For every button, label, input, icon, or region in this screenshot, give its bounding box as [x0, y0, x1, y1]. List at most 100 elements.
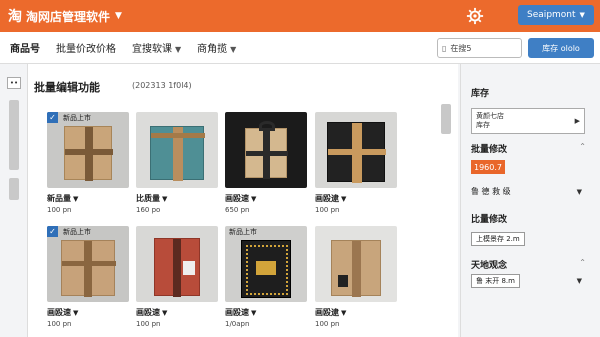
product-card[interactable]: ✓ 画殴速▼ 650 pn	[225, 112, 307, 214]
scrollbar-thumb[interactable]	[441, 104, 451, 134]
product-name[interactable]: 画殴逮 ▼	[315, 193, 397, 204]
product-card[interactable]: ✓ 画殴逮▼ 100 pn	[315, 226, 397, 328]
new-tag: 新品上市	[63, 228, 91, 236]
batch-title: 批量修改	[471, 145, 508, 155]
chevron-down-icon[interactable]: ▼	[115, 11, 122, 21]
stock-pill[interactable]: 上模景存 2.m	[471, 232, 525, 246]
chevron-down-icon: ▼	[162, 309, 168, 317]
box-image	[241, 240, 291, 298]
account-button[interactable]: Seaipmont ▼	[518, 5, 594, 25]
product-card[interactable]: ✓ 画殴速▼ 100 pn	[136, 226, 218, 328]
product-name[interactable]: 比质量 ▼	[136, 193, 218, 204]
product-name-text: 比质量	[136, 194, 160, 203]
product-checkbox[interactable]: ✓	[47, 226, 58, 237]
chevron-down-icon[interactable]: ▼	[577, 188, 582, 196]
chevron-up-icon[interactable]: ⌃	[579, 258, 586, 267]
chevron-down-icon: ▼	[251, 309, 257, 317]
box-image	[154, 238, 200, 297]
chevron-down-icon: ▼	[175, 45, 182, 54]
tab-label: 宜搜软课	[132, 44, 172, 55]
search-input[interactable]	[450, 43, 511, 53]
tab-label: 商角揽	[197, 44, 228, 55]
product-checkbox[interactable]: ✓	[47, 112, 58, 123]
scrollbar-thumb[interactable]	[9, 178, 19, 200]
product-image[interactable]	[315, 112, 397, 188]
stock-select[interactable]: 黄颜七店 库存 ▶	[471, 108, 585, 134]
chevron-up-icon[interactable]: ⌃	[579, 142, 586, 151]
product-qty: 100 pn	[136, 320, 161, 328]
product-card[interactable]: 画殴逮 ▼ 100 pn	[315, 112, 397, 214]
product-name-text: 画殴速	[225, 308, 249, 317]
tab-batch-price[interactable]: 批量价改价格	[56, 40, 116, 55]
product-qty: 100 pn	[47, 206, 72, 214]
search-field[interactable]: ▯	[437, 38, 522, 58]
tab-store[interactable]: 商角揽 ▼	[197, 40, 236, 55]
batch-option[interactable]: 鲁 德 救 级	[471, 186, 511, 197]
tab-bar: 商品号 批量价改价格 宜搜软课▼ 商角揽▼ ▯ 库存 ololo	[0, 32, 600, 64]
product-image[interactable]: ✓ 新品上市	[47, 226, 129, 302]
stock-select-text: 黄颜七店 库存	[476, 112, 504, 129]
product-name-text: 新品量	[47, 194, 71, 203]
page-title: 批量编辑功能	[34, 81, 100, 94]
product-image[interactable]: ✓	[315, 226, 397, 302]
product-name[interactable]: 画殴速 ▼	[47, 307, 129, 318]
stock-title: 库存	[471, 89, 490, 99]
stock-pill-text: 上模景存 2.m	[476, 235, 520, 243]
scrollbar-thumb[interactable]	[9, 100, 19, 170]
page-date: (202313 1f0l4)	[132, 81, 192, 90]
new-tag: 新品上市	[229, 228, 257, 236]
box-image	[150, 126, 205, 181]
product-image[interactable]: ✓ 新品上市	[225, 226, 307, 302]
product-card[interactable]: ✓ 比质量▼ 160 po	[136, 112, 218, 214]
product-card[interactable]: ✓ 新品上市 画殴速▼ 1/0apn	[225, 226, 307, 328]
chevron-down-icon: ▼	[230, 45, 237, 54]
box-image	[331, 240, 381, 297]
product-image[interactable]: ✓	[136, 112, 218, 188]
main-panel: 批量编辑功能 (202313 1f0l4) ✓ 新品上市 新品量 ▼ 100 pn…	[28, 64, 458, 337]
chevron-down-icon: ▼	[73, 195, 79, 203]
gear-icon[interactable]	[466, 7, 484, 25]
batch-option-text: 鲁 德 救 级	[471, 187, 511, 196]
account-label: Seaipmont	[527, 10, 576, 20]
tab-label: 批量价改价格	[56, 44, 116, 55]
product-qty: 1/0apn	[225, 320, 250, 328]
product-card[interactable]: ✓ 新品上市 新品量 ▼ 100 pn	[47, 112, 129, 214]
chevron-down-icon: ▼	[251, 195, 257, 203]
product-name[interactable]: 新品量 ▼	[47, 193, 129, 204]
box-image	[245, 121, 288, 179]
product-name-text: 画殴逮	[315, 308, 339, 317]
product-image[interactable]: ✓	[225, 112, 307, 188]
chevron-down-icon: ▼	[162, 195, 168, 203]
app-title[interactable]: 淘网店管理软件	[26, 8, 110, 25]
product-name[interactable]: 画殴速 ▼	[225, 193, 307, 204]
chevron-down-icon[interactable]: ▼	[577, 277, 582, 285]
product-qty: 650 pn	[225, 206, 250, 214]
side-panel: 库存 黄颜七店 库存 ▶ 批量修改 ⌃ 1960.7 鲁 德 救 级 ▼ 比量修…	[460, 64, 600, 337]
product-name-text: 画殴速	[136, 308, 160, 317]
app-logo: 淘	[8, 9, 22, 25]
product-name[interactable]: 画殴逮 ▼	[315, 307, 397, 318]
product-name[interactable]: 画殴速 ▼	[136, 307, 218, 318]
product-card[interactable]: ✓ 新品上市 画殴速 ▼ 100 pn	[47, 226, 129, 328]
box-image	[64, 126, 113, 181]
chevron-down-icon: ▼	[341, 195, 347, 203]
price-value[interactable]: 1960.7	[471, 160, 505, 174]
tab-search[interactable]: 宜搜软课 ▼	[132, 40, 181, 55]
stock-button[interactable]: 库存 ololo	[528, 38, 594, 58]
product-name-text: 画殴速	[47, 308, 71, 317]
collapse-icon[interactable]: ••	[7, 77, 21, 89]
box-image	[61, 240, 116, 297]
product-name-text: 画殴逮	[315, 194, 339, 203]
chevron-down-icon: ▼	[579, 11, 585, 19]
tab-product-number[interactable]: 商品号	[10, 40, 40, 55]
product-qty: 100 pn	[315, 206, 340, 214]
new-tag: 新品上市	[63, 114, 91, 122]
product-qty: 160 po	[136, 206, 161, 214]
product-image[interactable]: ✓ 新品上市	[47, 112, 129, 188]
transfer-pill[interactable]: 鲁 末开 8.m	[471, 274, 520, 288]
product-image[interactable]: ✓	[136, 226, 218, 302]
product-qty: 100 pn	[47, 320, 72, 328]
transfer-pill-text: 鲁 末开 8.m	[476, 277, 515, 285]
chevron-down-icon: ▼	[73, 309, 79, 317]
product-name[interactable]: 画殴速 ▼	[225, 307, 307, 318]
